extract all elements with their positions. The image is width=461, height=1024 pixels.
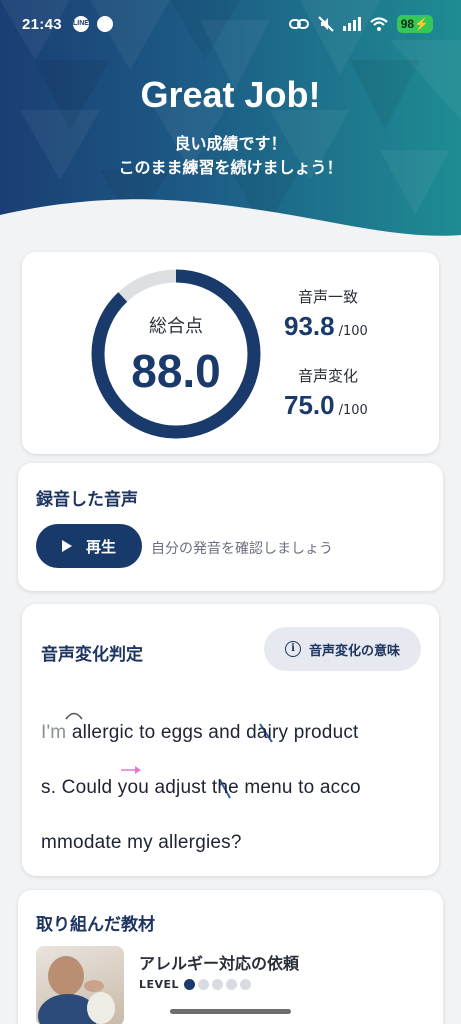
level-dot	[184, 979, 195, 990]
voice-match-max: /100	[338, 324, 368, 339]
level-dot	[226, 979, 237, 990]
line-app-icon: LINE	[73, 16, 89, 32]
voice-match-value: 93.8	[284, 311, 335, 341]
subtitle-line-1: 良い成績です！	[174, 134, 287, 153]
sentence-faded-word: I'm	[41, 722, 67, 743]
voice-change-value: 75.0	[284, 390, 335, 420]
overall-score-value: 88.0	[131, 345, 221, 397]
app-notification-icon	[97, 16, 113, 32]
linking-arc-mark	[65, 712, 83, 720]
voice-change-label: 音声変化	[298, 367, 359, 385]
material-thumbnail	[36, 946, 124, 1024]
material-name: アレルギー対応の依頼	[139, 954, 300, 973]
thumbnail-image	[38, 956, 115, 1024]
status-bar: 21:43 LINE 98⚡	[0, 0, 461, 50]
subtitle-line-2: このまま練習を続けましょう！	[118, 158, 343, 177]
sentence-line-2: s. Could you adjust the menu to acco	[41, 777, 361, 798]
voice-change-metric: 音声変化 75.0/100	[284, 365, 368, 421]
level-label: LEVEL	[139, 978, 180, 991]
sentence-line-1-text: allergic to eggs and dairy product	[66, 722, 359, 743]
status-time: 21:43	[22, 16, 62, 33]
score-card: 総合点 88.0 音声一致 93.8/100 音声変化 75.0/100	[22, 252, 439, 454]
overall-score-label: 総合点	[149, 316, 203, 337]
link-icon	[288, 19, 309, 29]
judgement-title: 音声変化判定	[41, 645, 143, 665]
voice-match-label: 音声一致	[298, 288, 359, 306]
mute-icon	[317, 16, 334, 32]
level-indicator	[184, 979, 251, 990]
recording-title: 録音した音声	[36, 490, 138, 510]
wifi-icon	[369, 17, 388, 31]
page-title: Great Job!	[140, 74, 321, 115]
sentence-line-3: mmodate my allergies?	[41, 832, 242, 853]
recording-card: 録音した音声 再生 自分の発音を確認しましょう	[18, 463, 443, 591]
level-dot	[212, 979, 223, 990]
voice-change-max: /100	[338, 403, 368, 418]
voice-change-meaning-button[interactable]: i 音声変化の意味	[264, 627, 421, 671]
header-subtitle: 良い成績です！ このまま練習を続けましょう！	[0, 132, 461, 180]
header-wave	[0, 199, 461, 240]
header-banner: 21:43 LINE 98⚡ Great Job! 良い成績です！ このまま練習…	[0, 0, 461, 240]
meaning-button-label: 音声変化の意味	[308, 643, 400, 659]
level-dot	[198, 979, 209, 990]
battery-indicator: 98⚡	[396, 15, 433, 33]
connection-arrow-mark	[121, 766, 141, 774]
play-icon	[61, 540, 72, 552]
battery-level: 98	[400, 17, 415, 31]
play-hint: 自分の発音を確認しましょう	[151, 541, 333, 557]
signal-icon	[342, 17, 361, 31]
info-icon: i	[284, 641, 301, 657]
voice-match-metric: 音声一致 93.8/100	[284, 286, 368, 342]
material-card[interactable]: 取り組んだ教材 アレルギー対応の依頼 LEVEL	[18, 890, 443, 1024]
play-button[interactable]: 再生	[36, 524, 142, 568]
level-dot	[240, 979, 251, 990]
play-button-label: 再生	[85, 537, 116, 556]
voice-change-judgement-card: 音声変化判定 i 音声変化の意味 I'm allergic to eggs an…	[22, 604, 439, 876]
material-title: 取り組んだ教材	[36, 915, 155, 935]
sentence-line-1: I'm allergic to eggs and dairy product	[41, 722, 359, 744]
home-indicator[interactable]	[170, 1009, 291, 1014]
